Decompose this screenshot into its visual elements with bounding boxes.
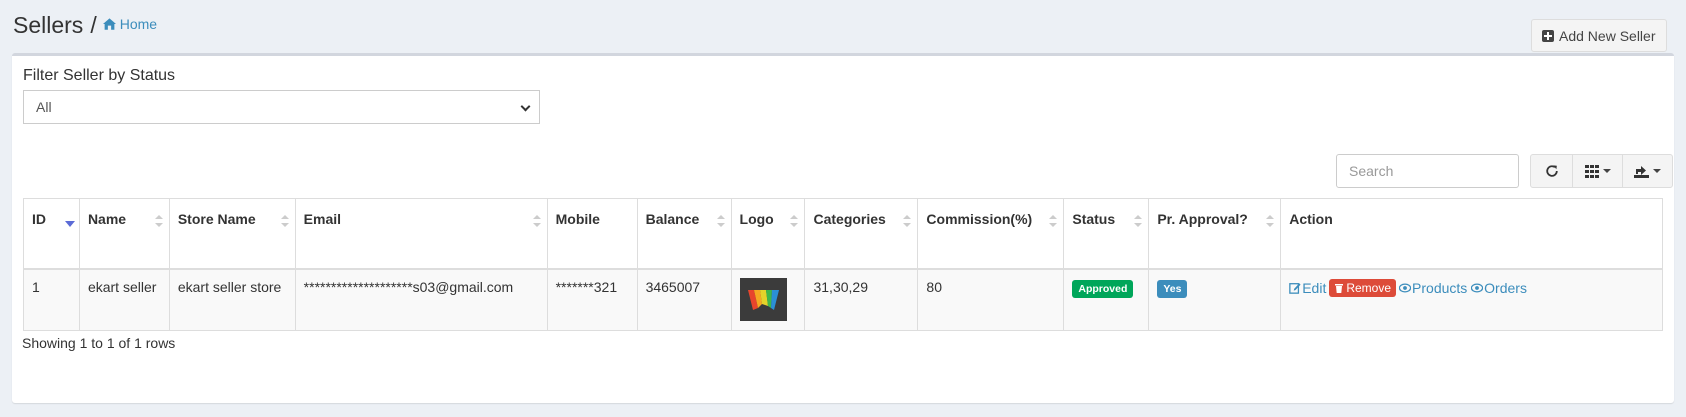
sellers-table: ID Name Store Name Email Mobile Balance … (23, 198, 1663, 331)
cell-mobile: *******321 (547, 268, 638, 331)
column-header-email[interactable]: Email (295, 198, 548, 270)
cell-pr-approval: Yes (1148, 268, 1282, 331)
sort-icon (532, 215, 541, 227)
status-badge: Approved (1072, 279, 1134, 298)
cell-store-name: ekart seller store (169, 268, 296, 331)
edit-icon (1289, 282, 1301, 294)
column-header-id[interactable]: ID (23, 198, 80, 270)
column-header-status[interactable]: Status (1063, 198, 1150, 270)
sort-icon (716, 215, 725, 227)
sort-icon (1266, 215, 1275, 227)
plus-square-icon (1542, 29, 1554, 42)
search-input[interactable] (1336, 154, 1519, 188)
products-label: Products (1412, 279, 1468, 296)
page-title: Sellers (13, 12, 84, 38)
cell-balance: 3465007 (637, 268, 732, 331)
column-header-commission[interactable]: Commission(%) (917, 198, 1065, 270)
add-new-seller-label: Add New Seller (1559, 27, 1656, 44)
column-header-pr-approval[interactable]: Pr. Approval? (1148, 198, 1282, 270)
table-header-row: ID Name Store Name Email Mobile Balance … (23, 198, 1663, 270)
sort-icon (903, 215, 912, 227)
edit-label: Edit (1302, 279, 1327, 296)
seller-logo (739, 277, 787, 321)
orders-label: Orders (1484, 279, 1527, 296)
cell-commission: 80 (917, 268, 1065, 331)
status-filter-value: All (36, 99, 52, 115)
export-icon (1634, 165, 1649, 178)
sellers-panel: Filter Seller by Status All Search ID Na… (12, 53, 1674, 403)
cell-name: ekart seller (79, 268, 170, 331)
cell-logo (731, 268, 806, 331)
breadcrumb-home-link[interactable]: Home (102, 16, 158, 32)
table-toolbar (1530, 154, 1673, 188)
cell-status: Approved (1063, 268, 1150, 331)
column-header-balance[interactable]: Balance (637, 198, 732, 270)
sort-icon (790, 215, 799, 227)
cell-categories: 31,30,29 (804, 268, 919, 331)
remove-label: Remove (1346, 280, 1392, 295)
cell-id: 1 (23, 268, 80, 331)
column-header-action: Action (1280, 198, 1663, 270)
approval-badge: Yes (1157, 279, 1188, 298)
columns-toggle-button[interactable] (1572, 154, 1623, 188)
cell-email: ********************s03@gmail.com (295, 268, 548, 331)
orders-link[interactable]: Orders (1471, 280, 1527, 296)
columns-icon (1584, 164, 1599, 178)
sort-icon (1049, 215, 1058, 227)
eye-icon (1471, 283, 1484, 292)
edit-link[interactable]: Edit (1289, 280, 1326, 296)
sort-icon (280, 215, 289, 227)
cell-action: Edit Remove Products Orders (1280, 268, 1663, 331)
sort-icon (154, 215, 163, 227)
caret-down-icon (1653, 169, 1661, 173)
filter-label: Filter Seller by Status (23, 67, 176, 84)
remove-button[interactable]: Remove (1329, 278, 1397, 297)
export-button[interactable] (1622, 154, 1673, 188)
page-header: Sellers / Home (13, 12, 157, 39)
column-header-store-name[interactable]: Store Name (169, 198, 296, 270)
column-header-mobile: Mobile (547, 198, 638, 270)
column-header-name[interactable]: Name (79, 198, 170, 270)
column-header-categories[interactable]: Categories (804, 198, 919, 270)
add-new-seller-button[interactable]: Add New Seller (1531, 19, 1667, 52)
refresh-icon (1545, 165, 1558, 177)
table-row: 1 ekart seller ekart seller store ******… (23, 268, 1663, 331)
breadcrumb-home-label: Home (119, 16, 158, 32)
pagination-info: Showing 1 to 1 of 1 rows (22, 335, 176, 351)
home-icon (102, 18, 116, 30)
column-header-logo[interactable]: Logo (731, 198, 806, 270)
sort-icon (1134, 215, 1143, 227)
chevron-down-icon (520, 101, 531, 112)
eye-icon (1399, 283, 1412, 292)
sort-desc-icon (64, 215, 75, 227)
trash-icon (1335, 283, 1344, 293)
products-link[interactable]: Products (1399, 280, 1467, 296)
refresh-button[interactable] (1530, 154, 1573, 188)
caret-down-icon (1602, 169, 1611, 173)
breadcrumb-separator: / (90, 12, 97, 38)
status-filter-select[interactable]: All (23, 90, 540, 124)
